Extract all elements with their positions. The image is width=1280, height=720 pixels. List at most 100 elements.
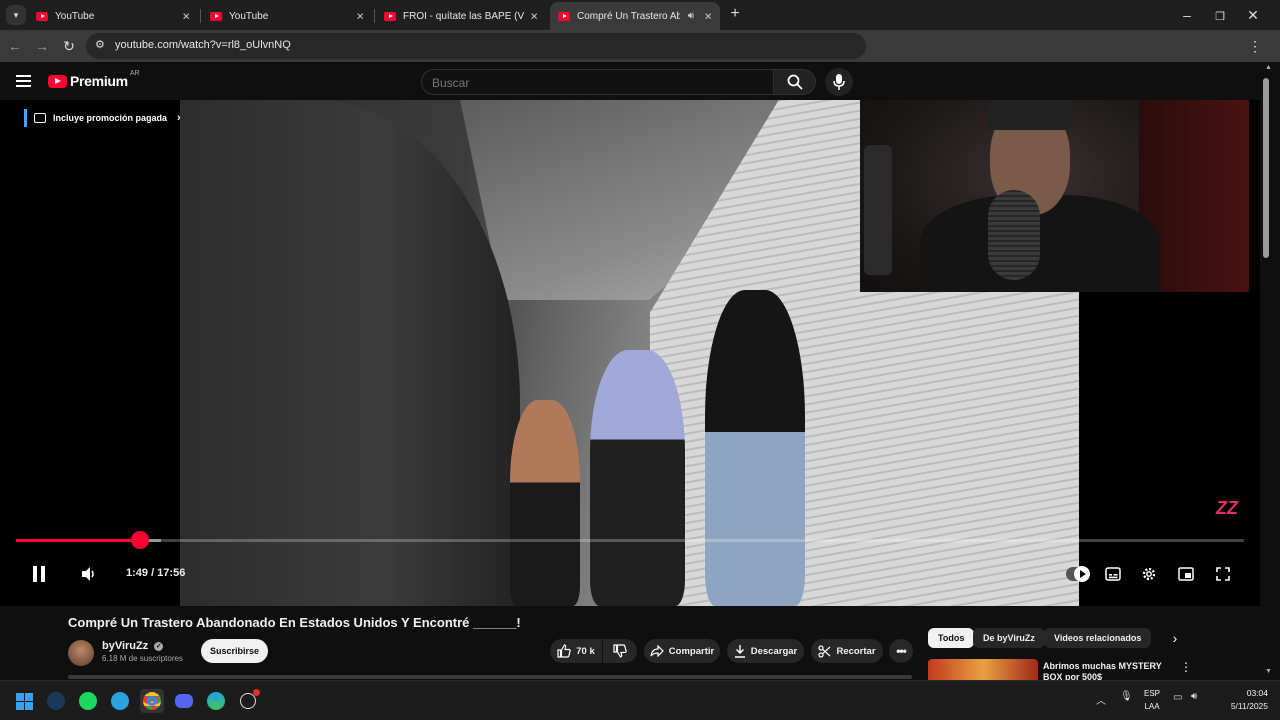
subtitles-button[interactable] [1105, 567, 1121, 581]
tab-audio-icon[interactable]: 🔊︎ [688, 11, 694, 22]
video-title: Compré Un Trastero Abandonado En Estados… [68, 615, 521, 630]
volume-icon[interactable]: 🔊︎ [1191, 691, 1197, 702]
recommendation-title[interactable]: Abrimos muchas MYSTERY BOX por 500$ [1043, 661, 1173, 680]
video-info-section: Compré Un Trastero Abandonado En Estados… [0, 606, 1260, 680]
fullscreen-icon [1216, 567, 1230, 581]
taskbar-chrome[interactable] [140, 689, 164, 713]
like-count: 70 k [576, 645, 595, 657]
channel-avatar[interactable] [68, 640, 94, 666]
recommendation-thumbnail[interactable] [928, 659, 1038, 680]
voice-search-button[interactable] [825, 68, 853, 96]
search-box[interactable] [421, 69, 774, 95]
network-icon[interactable]: ▭ [1173, 692, 1182, 703]
subscribe-button[interactable]: Suscribirse [201, 639, 268, 663]
minimize-window-button[interactable]: – [1178, 6, 1196, 24]
paid-promotion-badge[interactable]: Incluye promoción pagada › [24, 109, 181, 127]
close-window-button[interactable]: ✕ [1244, 6, 1262, 24]
chevron-down-icon: ▾ [13, 10, 19, 20]
system-clock[interactable]: 03:04 5/11/2025 [1214, 687, 1268, 713]
recommendation-menu-button[interactable]: ⋮ [1180, 660, 1192, 678]
microphone-icon[interactable]: 🎙︎ [1120, 691, 1133, 702]
maximize-window-button[interactable]: ❐ [1211, 6, 1229, 24]
reload-icon: ↻ [63, 38, 75, 54]
chip-related-videos[interactable]: Videos relacionados [1044, 628, 1152, 648]
mute-button[interactable] [80, 566, 98, 582]
address-bar[interactable]: ⚙︎ youtube.com/watch?v=rl8_oUlvnNQ [86, 33, 866, 59]
browser-tab-3[interactable]: FROI - quítate las BAPE (Visualiz × [376, 4, 546, 28]
video-person [510, 400, 580, 606]
fullscreen-button[interactable] [1216, 567, 1230, 581]
progress-scrubber[interactable] [131, 531, 149, 549]
tab-close-icon[interactable]: × [356, 9, 364, 24]
scroll-up-icon[interactable]: ▲ [1265, 64, 1272, 71]
tab-divider [200, 9, 201, 23]
tab-close-icon[interactable]: × [182, 9, 190, 24]
logo-text: Premium [70, 73, 128, 89]
back-button[interactable]: ← [6, 37, 24, 55]
taskbar-steam[interactable] [44, 689, 68, 713]
language-code: ESP [1143, 689, 1160, 698]
taskbar-telegram[interactable] [108, 689, 132, 713]
clip-button[interactable]: Recortar [811, 639, 883, 663]
page-scrollbar-thumb[interactable] [1263, 78, 1269, 258]
streamer-webcam-overlay [860, 100, 1249, 292]
spotify-icon [79, 692, 97, 710]
settings-button[interactable] [1141, 566, 1157, 582]
tab-search-button[interactable]: ▾ [6, 5, 26, 25]
forward-button[interactable]: → [33, 37, 51, 55]
search-input[interactable] [432, 74, 762, 91]
country-code: AR [129, 69, 140, 77]
like-button[interactable]: 70 k [550, 639, 602, 663]
tab-title: FROI - quítate las BAPE (Visualiz [403, 10, 524, 22]
download-button[interactable]: Descargar [727, 639, 804, 663]
scroll-down-icon[interactable]: ▼ [1265, 668, 1272, 675]
taskbar-app[interactable] [236, 689, 260, 713]
video-player[interactable]: ZZ Incluye promoción pagada › 1:49 / 17:… [0, 100, 1260, 606]
miniplayer-button[interactable] [1178, 567, 1194, 581]
taskbar-edge[interactable] [204, 689, 228, 713]
taskbar-spotify[interactable] [76, 689, 100, 713]
chip-all[interactable]: Todos [928, 628, 975, 648]
taskbar-discord[interactable] [172, 689, 196, 713]
start-button[interactable] [12, 689, 36, 713]
input-language-indicator[interactable]: ESP LAA [1140, 687, 1164, 713]
clip-label: Recortar [836, 645, 876, 657]
browser-tab-1[interactable]: YouTube × [28, 4, 198, 28]
tab-title: YouTube [229, 10, 269, 22]
url-text[interactable]: youtube.com/watch?v=rl8_oUlvnNQ [115, 39, 291, 51]
browser-tab-active[interactable]: Compré Un Trastero Aband 🔊︎ × [550, 2, 720, 30]
channel-name-text[interactable]: byViruZz [102, 640, 148, 652]
chips-next-button[interactable]: › [1165, 628, 1185, 648]
autoplay-toggle[interactable] [1066, 566, 1090, 582]
windows-taskbar: ︿ 🎙︎ ESP LAA ▭ 🔊︎ 03:04 5/11/2025 [0, 680, 1280, 720]
telegram-icon [111, 692, 129, 710]
dislike-button[interactable] [603, 639, 637, 663]
chevron-up-icon[interactable]: ︿ [1096, 692, 1106, 707]
tab-title: YouTube [55, 10, 95, 22]
chip-from-channel[interactable]: De byViruZz [973, 628, 1045, 648]
more-vertical-icon: ⋮ [1180, 660, 1192, 674]
miniplayer-icon [1178, 567, 1194, 581]
progress-bar[interactable] [16, 539, 1244, 542]
youtube-logo[interactable]: Premium AR [48, 69, 140, 89]
channel-name[interactable]: byViruZz ✓ [102, 640, 164, 652]
browser-tab-2[interactable]: YouTube × [202, 4, 372, 28]
site-settings-icon[interactable]: ⚙︎ [95, 38, 105, 51]
share-button[interactable]: Compartir [644, 639, 720, 663]
tab-close-icon[interactable]: × [704, 9, 712, 24]
hamburger-icon [16, 75, 31, 87]
more-actions-button[interactable]: ••• [889, 639, 913, 663]
arrow-left-icon: ← [8, 38, 22, 54]
browser-menu-button[interactable]: ⋮ [1246, 37, 1264, 55]
new-tab-button[interactable]: + [726, 5, 744, 23]
browser-tab-strip: ▾ YouTube × YouTube × FROI - quítate las… [0, 0, 1280, 30]
tab-close-icon[interactable]: × [530, 9, 538, 24]
time-display: 1:49 / 17:56 [126, 567, 186, 579]
subscriber-count: 6.18 M de suscriptores [102, 654, 183, 663]
more-vertical-icon: ⋮ [1248, 38, 1262, 54]
pause-button[interactable] [30, 564, 48, 584]
menu-button[interactable] [16, 74, 31, 87]
search-button[interactable] [774, 69, 816, 95]
reload-button[interactable]: ↻ [60, 37, 78, 55]
horizontal-scrollbar-thumb[interactable] [68, 675, 912, 679]
